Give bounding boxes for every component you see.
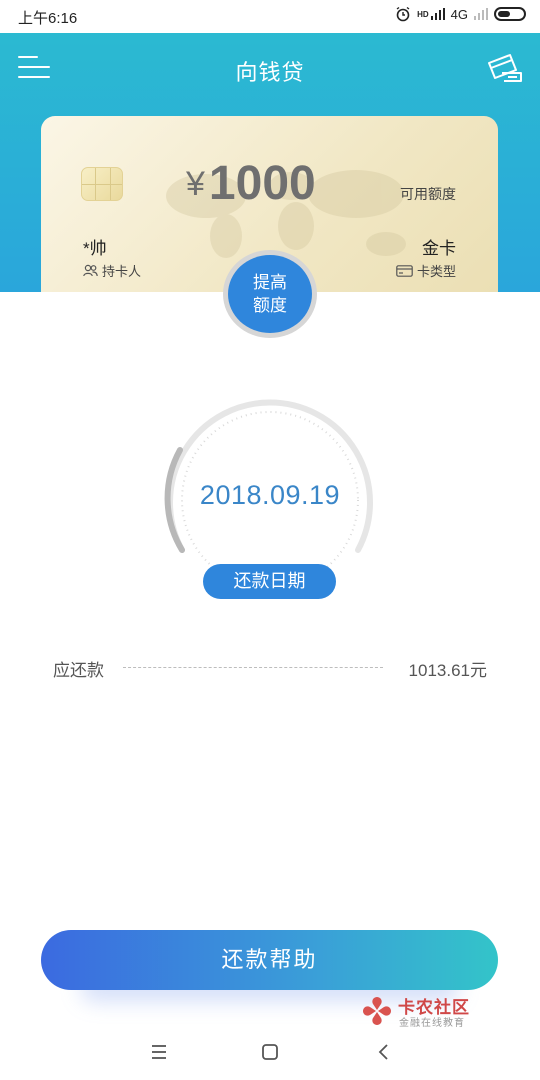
- raise-limit-line1: 提高: [253, 273, 287, 292]
- card-small-icon: [396, 264, 413, 277]
- page-title: 向钱贷: [235, 60, 305, 85]
- signal-icon: [430, 8, 445, 20]
- watermark-subtitle: 金融在线教育: [399, 1018, 465, 1029]
- repayment-amount: 1013.61元: [408, 661, 487, 680]
- card-chip: [81, 167, 123, 201]
- repayment-help-button[interactable]: 还款帮助: [41, 930, 498, 990]
- home-square-icon[interactable]: [258, 1040, 282, 1064]
- holder-label-row: 持卡人: [83, 261, 141, 280]
- network-label: 4G: [450, 6, 468, 22]
- recents-menu-icon[interactable]: [147, 1040, 171, 1064]
- raise-limit-button-face[interactable]: 提高 额度: [228, 255, 312, 333]
- due-date: 2018.09.19: [199, 480, 341, 510]
- due-date-badge: 还款日期: [203, 564, 336, 599]
- raise-limit-button[interactable]: 提高 额度: [223, 250, 317, 338]
- card-type-label-row: 卡类型: [396, 261, 456, 280]
- kanong-logo-icon: [363, 997, 391, 1025]
- holder-name: *帅: [83, 239, 107, 258]
- battery-icon: [494, 7, 526, 21]
- dotted-leader: [123, 667, 383, 668]
- status-icons: HD 4G: [395, 6, 526, 22]
- repayment-row: 应还款 1013.61元: [53, 656, 487, 680]
- system-nav-bar: [0, 1030, 540, 1080]
- nav-bar: 向钱贷: [0, 33, 540, 103]
- bank-card-icon[interactable]: [486, 51, 524, 83]
- holder-label: 持卡人: [102, 264, 142, 279]
- status-bar: 上午6:16 HD 4G: [0, 0, 540, 33]
- card-type-label: 卡类型: [416, 264, 456, 279]
- amount-value: 1000: [208, 157, 316, 210]
- status-time: 上午6:16: [18, 10, 78, 27]
- watermark: 卡农社区 金融在线教育: [360, 992, 490, 1030]
- hd-label: HD: [417, 9, 429, 19]
- available-amount: ¥1000: [186, 156, 316, 211]
- repayment-label: 应还款: [53, 661, 104, 680]
- alarm-clock-icon: [396, 6, 410, 22]
- currency-symbol: ¥: [186, 165, 205, 203]
- available-label: 可用额度: [400, 186, 456, 202]
- raise-limit-line2: 额度: [253, 296, 287, 315]
- people-icon: [83, 264, 98, 277]
- card-type: 金卡: [422, 239, 456, 258]
- back-chevron-icon[interactable]: [372, 1040, 396, 1064]
- signal-icon-2: [474, 8, 488, 20]
